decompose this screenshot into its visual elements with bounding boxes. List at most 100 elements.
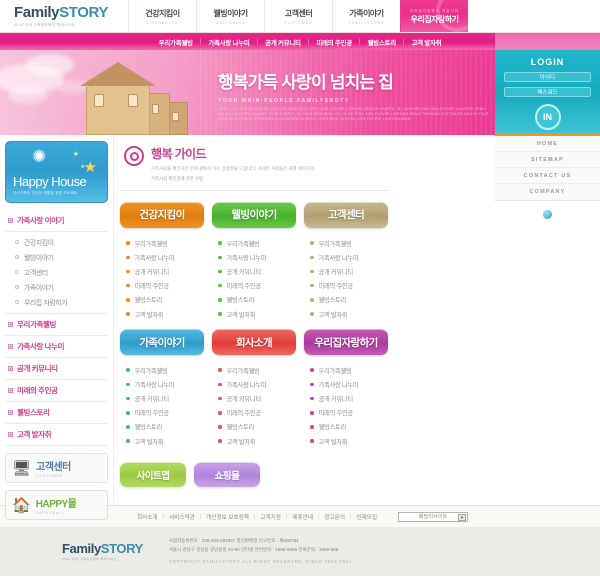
list-item[interactable]: 고객 발자취 bbox=[126, 434, 204, 448]
list-item[interactable]: 미래의 주인공 bbox=[126, 406, 204, 420]
list-item[interactable]: 우리가족웰빙 bbox=[126, 236, 204, 250]
card-button[interactable]: 웰빙이야기 bbox=[212, 202, 296, 228]
list-item[interactable]: 가족사랑 나누미 bbox=[218, 377, 296, 391]
card-button[interactable]: 회사소개 bbox=[212, 329, 296, 355]
subnav-item-3[interactable]: 미래의 주인공 bbox=[309, 37, 359, 47]
sidebar-item-our-family-wellbeing[interactable]: 우리가족웰빙 bbox=[5, 314, 108, 336]
list-item[interactable]: 미래의 주인공 bbox=[218, 279, 296, 293]
list-item[interactable]: 가족사랑 나누미 bbox=[126, 377, 204, 391]
list-item[interactable]: 가족사랑 나누미 bbox=[310, 377, 388, 391]
list-item[interactable]: 고객 발자취 bbox=[310, 434, 388, 448]
sidebar-item-future-hero[interactable]: 미래의 주인공 bbox=[5, 380, 108, 402]
footer-link-4[interactable]: 제휴안내 bbox=[287, 513, 318, 521]
tab-family-story[interactable]: 가족이야기 FAMILYSTORY bbox=[332, 0, 400, 32]
tab-wellbeing[interactable]: 웰빙이야기 WELLBEING bbox=[196, 0, 264, 32]
footer-logo-text: FamilySTORY bbox=[62, 542, 143, 555]
sidebar-item-customer-footprint[interactable]: 고객 발자취 bbox=[5, 424, 108, 446]
list-item[interactable]: 우리가족웰빙 bbox=[218, 363, 296, 377]
list-item[interactable]: 공개 커뮤니티 bbox=[310, 391, 388, 405]
sidebar-item-wellbeing-story[interactable]: 웰빙스토리 bbox=[5, 402, 108, 424]
list-item[interactable]: 가족사랑 나누미 bbox=[126, 250, 204, 264]
family-site-select[interactable]: 패밀리사이트 ▼ bbox=[398, 512, 468, 522]
sitemap-button[interactable]: 사이트맵 bbox=[120, 462, 186, 487]
left-sidebar: ✺ ★ ★ ★ Happy House 우리가족의 건강한 생활을 위한 프로젝… bbox=[0, 135, 113, 505]
subnav-item-4[interactable]: 웰빙스토리 bbox=[360, 37, 402, 47]
sidebar-item-family-love-share[interactable]: 가족사랑 나누미 bbox=[5, 336, 108, 358]
footer-link-2[interactable]: 개인정보 보호정책 bbox=[201, 513, 254, 521]
happy-house-banner[interactable]: ✺ ★ ★ ★ Happy House 우리가족의 건강한 생활을 위한 프로젝… bbox=[5, 141, 108, 203]
list-item[interactable]: 우리가족웰빙 bbox=[310, 236, 388, 250]
footer-link-1[interactable]: 서비스약관 bbox=[164, 513, 200, 521]
list-item[interactable]: 웰빙스토리 bbox=[310, 293, 388, 307]
sidebar-subitem-health[interactable]: 건강지킴이 bbox=[5, 234, 108, 249]
list-item[interactable]: 공개 커뮤니티 bbox=[126, 391, 204, 405]
subnav-item-5[interactable]: 고객 발자취 bbox=[404, 37, 448, 47]
bullet-square-icon bbox=[8, 388, 13, 393]
sidebar-banner-customer-center[interactable]: 🖥 고객센터 CUSTOMER bbox=[5, 453, 108, 483]
subnav-item-0[interactable]: 우리가족웰빙 bbox=[152, 37, 200, 47]
logo-text-part1: Family bbox=[14, 4, 59, 21]
list-item[interactable]: 공개 커뮤니티 bbox=[126, 264, 204, 278]
subnav-item-2[interactable]: 공개 커뮤니티 bbox=[258, 37, 308, 47]
list-item[interactable]: 웰빙스토리 bbox=[310, 420, 388, 434]
sidebar-item-family-love-story[interactable]: 가족사랑 이야기 bbox=[5, 210, 108, 232]
bullet-square-icon bbox=[8, 218, 13, 223]
list-item[interactable]: 가족사랑 나누미 bbox=[218, 250, 296, 264]
card-button[interactable]: 건강지킴이 bbox=[120, 202, 204, 228]
list-item[interactable]: 웰빙스토리 bbox=[218, 293, 296, 307]
list-item[interactable]: 웰빙스토리 bbox=[126, 293, 204, 307]
card-button[interactable]: 가족이야기 bbox=[120, 329, 204, 355]
link-company[interactable]: COMPANY bbox=[495, 184, 600, 200]
list-item[interactable]: 웰빙스토리 bbox=[218, 420, 296, 434]
list-item[interactable]: 가족사랑 나누미 bbox=[310, 250, 388, 264]
list-item[interactable]: 고객 발자취 bbox=[310, 307, 388, 321]
login-id-input[interactable]: 아이디 bbox=[504, 72, 591, 82]
footer-link-0[interactable]: 회사소개 bbox=[132, 513, 163, 521]
bullet-icon bbox=[126, 397, 130, 401]
card-button[interactable]: 우리집자랑하기 bbox=[304, 329, 388, 355]
tab-health[interactable]: 건강지킴이 LIFEHEALTH bbox=[128, 0, 196, 32]
login-password-input[interactable]: 패스워드 bbox=[504, 87, 591, 97]
list-item[interactable]: 공개 커뮤니티 bbox=[218, 391, 296, 405]
list-item[interactable]: 미래의 주인공 bbox=[218, 406, 296, 420]
sidebar-item-label: 가족사랑 이야기 bbox=[17, 215, 64, 226]
list-item[interactable]: 우리가족웰빙 bbox=[218, 236, 296, 250]
list-item[interactable]: 우리가족웰빙 bbox=[310, 363, 388, 377]
subnav-item-1[interactable]: 가족사랑 나누미 bbox=[201, 37, 256, 47]
list-item[interactable]: 공개 커뮤니티 bbox=[218, 264, 296, 278]
list-item[interactable]: 고객 발자취 bbox=[218, 434, 296, 448]
tab-customer[interactable]: 고객센터 CUSTOMER bbox=[264, 0, 332, 32]
link-contact-us[interactable]: CONTACT US bbox=[495, 168, 600, 184]
sidebar-subitem-customer[interactable]: 고객센터 bbox=[5, 264, 108, 279]
main-tabs: 건강지킴이 LIFEHEALTH 웰빙이야기 WELLBEING 고객센터 CU… bbox=[128, 0, 468, 32]
site-logo[interactable]: FamilySTORY 2004 국내 가족정보화의 최대사이트 bbox=[0, 0, 128, 32]
list-item-label: 공개 커뮤니티 bbox=[319, 267, 353, 276]
tab-label-ko: 가족이야기 bbox=[349, 8, 383, 19]
list-item[interactable]: 미래의 주인공 bbox=[126, 279, 204, 293]
sidebar-subitem-family[interactable]: 가족이야기 bbox=[5, 279, 108, 294]
scroll-top-icon[interactable] bbox=[543, 210, 552, 219]
list-item[interactable]: 웰빙스토리 bbox=[126, 420, 204, 434]
sidebar-subitem-home-pride[interactable]: 우리집 자랑하기 bbox=[5, 294, 108, 309]
bullet-icon bbox=[218, 284, 222, 288]
sidebar-banner-happy-mall[interactable]: 🏠 HAPPY몰 HAPPYMALL bbox=[5, 490, 108, 520]
footer-link-6[interactable]: 인재모집 bbox=[351, 513, 382, 521]
footer-copyright: COPYRIGHT FAMILYSTORY ALL RIGHT RESERVED… bbox=[169, 558, 352, 566]
list-item[interactable]: 미래의 주인공 bbox=[310, 279, 388, 293]
list-item[interactable]: 우리가족웰빙 bbox=[126, 363, 204, 377]
sidebar-item-open-community[interactable]: 공개 커뮤니티 bbox=[5, 358, 108, 380]
list-item[interactable]: 고객 발자취 bbox=[218, 307, 296, 321]
list-item[interactable]: 공개 커뮤니티 bbox=[310, 264, 388, 278]
list-item[interactable]: 고객 발자취 bbox=[126, 307, 204, 321]
footer-link-3[interactable]: 고객지원 bbox=[255, 513, 286, 521]
list-item-label: 공개 커뮤니티 bbox=[227, 267, 261, 276]
sidebar-subitem-wellbeing[interactable]: 웰빙이야기 bbox=[5, 249, 108, 264]
login-submit-button[interactable]: IN bbox=[535, 104, 561, 130]
shopping-mall-button[interactable]: 쇼핑몰 bbox=[194, 462, 260, 487]
link-sitemap[interactable]: SITEMAP bbox=[495, 152, 600, 168]
tab-home-pride[interactable]: 우리집자랑하기 커뮤니티 우리집자랑하기 bbox=[400, 0, 468, 32]
card-button[interactable]: 고객센터 bbox=[304, 202, 388, 228]
link-home[interactable]: HOME bbox=[495, 136, 600, 152]
footer-link-5[interactable]: 광고문의 bbox=[319, 513, 350, 521]
list-item[interactable]: 미래의 주인공 bbox=[310, 406, 388, 420]
